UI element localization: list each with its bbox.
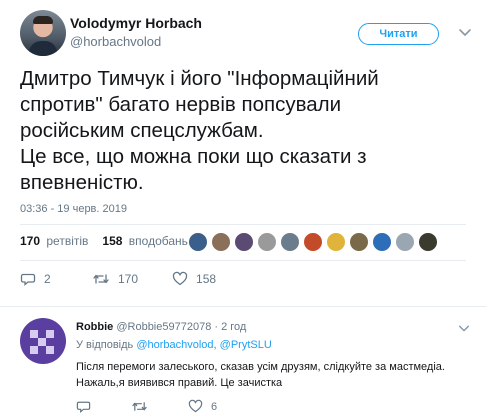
like-count: 6 [211,400,218,413]
heart-icon [172,271,188,286]
avatar-shirt [29,41,57,56]
like-action[interactable]: 158 [172,271,216,287]
avatar-pattern-block [46,346,54,354]
reply-to-handle[interactable]: @PrytSLU [220,339,272,351]
retweet-count: 170 [118,272,139,286]
liker-avatar[interactable] [234,232,254,252]
likers-avatars [188,232,441,252]
retweets-stat[interactable]: 170 ретвітів [20,234,88,248]
chevron-down-icon[interactable] [457,24,473,40]
likes-stat-label: вподобань [128,234,188,248]
liker-avatar[interactable] [303,232,323,252]
avatar-hair [33,16,53,24]
reply-to-joiner: , [213,339,217,351]
reply-tweet[interactable]: Robbie @Robbie59772078 · 2 год У відпові… [0,306,486,415]
likes-stat[interactable]: 158 вподобань [102,234,187,248]
liker-avatar[interactable] [326,232,346,252]
retweet-action[interactable]: 170 [92,271,138,287]
like-action[interactable]: 6 [188,399,225,414]
reply-author-handle[interactable]: @Robbie59772078 [116,321,211,333]
reply-text-line: Після перемоги залеського, сказав усім д… [76,361,445,373]
tweet-text-line: впевненістю. [20,171,144,194]
reply-count: 2 [44,272,51,286]
divider [20,224,466,225]
reply-actions: 6 [76,399,257,414]
avatar-pattern-block [46,330,54,338]
reply-to-line: У відповідь @horbachvolod, @PrytSLU [76,339,272,351]
tweet-timestamp[interactable]: 03:36 - 19 черв. 2019 [20,203,127,215]
reply-action[interactable] [76,399,99,414]
liker-avatar[interactable] [395,232,415,252]
tweet-stats: 170 ретвітів 158 вподобань [20,234,202,248]
likes-stat-count: 158 [102,234,123,248]
divider [20,260,466,261]
like-count: 158 [196,272,217,286]
retweet-action[interactable] [131,399,156,414]
reply-avatar[interactable] [20,318,66,364]
reply-header: Robbie @Robbie59772078 · 2 год [76,321,246,333]
liker-avatar[interactable] [418,232,438,252]
reply-to-handle[interactable]: @horbachvolod [136,339,213,351]
author-avatar[interactable] [20,10,66,56]
reply-action[interactable]: 2 [20,271,58,287]
avatar-pattern-block [30,330,38,338]
tweet-text: Дмитро Тимчук і його "Інформаційний спро… [20,66,460,196]
heart-icon [188,399,203,413]
retweet-icon [93,274,109,284]
avatar-pattern-block [30,346,38,354]
tweet-text-line: Дмитро Тимчук і його "Інформаційний [20,67,379,90]
liker-avatar[interactable] [188,232,208,252]
liker-avatar[interactable] [372,232,392,252]
follow-button[interactable]: Читати [358,23,439,45]
reply-icon [76,401,91,413]
liker-avatar[interactable] [211,232,231,252]
retweets-stat-label: ретвітів [46,234,89,248]
author-name[interactable]: Volodymyr Horbach [70,15,202,31]
liker-avatar[interactable] [257,232,277,252]
reply-text-line: Нажаль,я виявився правий. Це зачистка [76,377,283,389]
reply-time[interactable]: 2 год [221,321,246,333]
retweets-stat-count: 170 [20,234,41,248]
tweet-actions: 2 170 158 [20,271,250,287]
reply-text: Після перемоги залеського, сказав усім д… [76,359,476,391]
tweet-text-line: російським спецслужбам. [20,119,264,142]
reply-separator: · [214,321,219,333]
retweet-icon [132,402,147,411]
author-handle[interactable]: @horbachvolod [70,34,161,49]
avatar-pattern-block [38,338,46,346]
reply-icon [20,273,36,286]
reply-author-name[interactable]: Robbie [76,321,113,333]
tweet-text-line: спротив" багато нервів попсували [20,93,342,116]
liker-avatar[interactable] [349,232,369,252]
liker-avatar[interactable] [280,232,300,252]
tweet-text-line: Це все, що можна поки що сказати з [20,145,367,168]
chevron-down-icon[interactable] [457,321,471,335]
reply-to-prefix: У відповідь [76,339,134,351]
